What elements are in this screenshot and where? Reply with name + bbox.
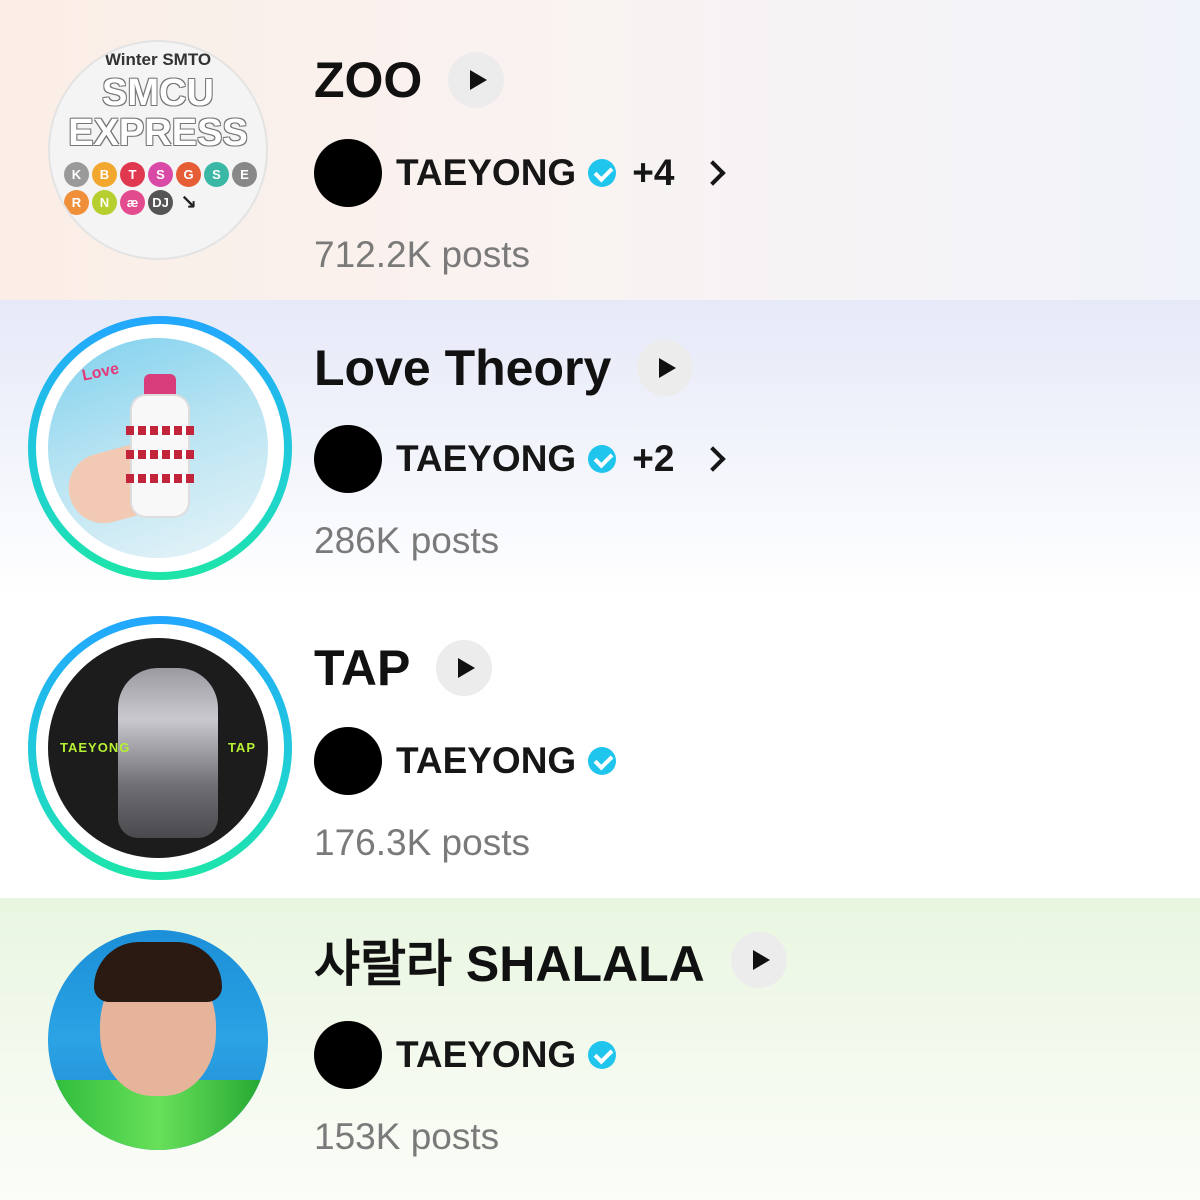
cover-stripe [126,474,194,483]
artist-name[interactable]: TAEYONG [396,1034,576,1076]
song-title-line: TAP [314,638,493,698]
more-artists-count[interactable]: +4 [632,152,674,194]
posts-count: 286K posts [314,520,500,561]
cover-badge: æ [120,190,145,215]
cover-label: TAEYONG TAP [60,740,256,755]
cover-badge: G [176,162,201,187]
song-cover-love-theory[interactable]: Love [48,338,268,558]
play-icon[interactable] [637,340,694,396]
play-icon[interactable] [436,640,493,696]
verified-check-icon [588,445,617,473]
cover-text: SMCU [102,72,214,114]
cover-badge: E [232,162,257,187]
cover-image: Love [48,338,268,558]
song-title[interactable]: Love Theory [314,339,611,397]
artist-name[interactable]: TAEYONG [396,438,576,480]
cover-hair [94,942,222,1002]
cover-badge: N [92,190,117,215]
artist-avatar[interactable] [314,139,382,207]
chevron-right-icon[interactable] [700,160,727,186]
artist-line[interactable]: TAEYONG [314,726,617,796]
cover-text: Love [80,360,121,385]
cover-stripe [126,450,194,459]
artist-name[interactable]: TAEYONG [396,152,576,194]
posts-count: 712.2K posts [314,234,530,275]
song-row-tap[interactable]: TAEYONG TAP TAP TAEYONG 176.3K posts [0,600,1200,898]
more-artists-count[interactable]: +2 [632,438,674,480]
cover-badge: S [148,162,173,187]
song-row-shalala[interactable]: 샤랄라 SHALALA TAEYONG 153K posts [0,898,1200,1200]
song-title[interactable]: 샤랄라 SHALALA [314,924,705,996]
song-cover-shalala[interactable] [48,930,268,1150]
song-title-line: Love Theory [314,338,694,398]
play-icon[interactable] [730,932,787,988]
artist-name[interactable]: TAEYONG [396,740,576,782]
song-row-zoo[interactable]: Winter SMTO SMCU EXPRESS K B T S G S E R… [0,0,1200,300]
posts-count: 176.3K posts [314,822,530,863]
cover-text: Winter SMTO [104,50,212,69]
song-cover-tap[interactable]: TAEYONG TAP [48,638,268,858]
artist-line[interactable]: TAEYONG [314,1020,617,1090]
song-row-love-theory[interactable]: Love Love Theory TAEYONG +2 286K posts [0,300,1200,600]
artist-avatar[interactable] [314,727,382,795]
cover-text: TAEYONG [60,740,131,755]
artist-line[interactable]: TAEYONG +2 [314,424,727,494]
cover-stripe [126,426,194,435]
cover-text: TAP [227,740,256,755]
play-icon[interactable] [448,52,505,108]
artist-line[interactable]: TAEYONG +4 [314,138,727,208]
chevron-right-icon[interactable] [700,446,727,472]
posts-count: 153K posts [314,1116,500,1157]
cover-image: TAEYONG TAP [48,638,268,858]
cover-image [48,930,268,1150]
verified-check-icon [588,1041,617,1069]
song-title[interactable]: TAP [314,639,410,697]
cover-text: EXPRESS [68,112,248,154]
song-list: Winter SMTO SMCU EXPRESS K B T S G S E R… [0,0,1200,1200]
cover-badge: S [204,162,229,187]
artist-avatar[interactable] [314,425,382,493]
song-title-line: 샤랄라 SHALALA [314,930,787,992]
song-cover-zoo[interactable]: Winter SMTO SMCU EXPRESS K B T S G S E R… [48,40,268,260]
cover-badge: K [64,162,89,187]
cover-badge: B [92,162,117,187]
cover-badge: DJ [148,190,173,215]
song-title-line: ZOO [314,50,505,110]
verified-check-icon [588,159,617,187]
cover-badge: ↘ [180,192,197,214]
cover-image: Winter SMTO SMCU EXPRESS K B T S G S E R… [48,40,268,260]
artist-avatar[interactable] [314,1021,382,1089]
verified-check-icon [588,747,617,775]
cover-badges: K B T S G S E R N æ DJ ↘ [64,162,264,215]
cover-badge: R [64,190,89,215]
song-title[interactable]: ZOO [314,51,422,109]
cover-badge: T [120,162,145,187]
